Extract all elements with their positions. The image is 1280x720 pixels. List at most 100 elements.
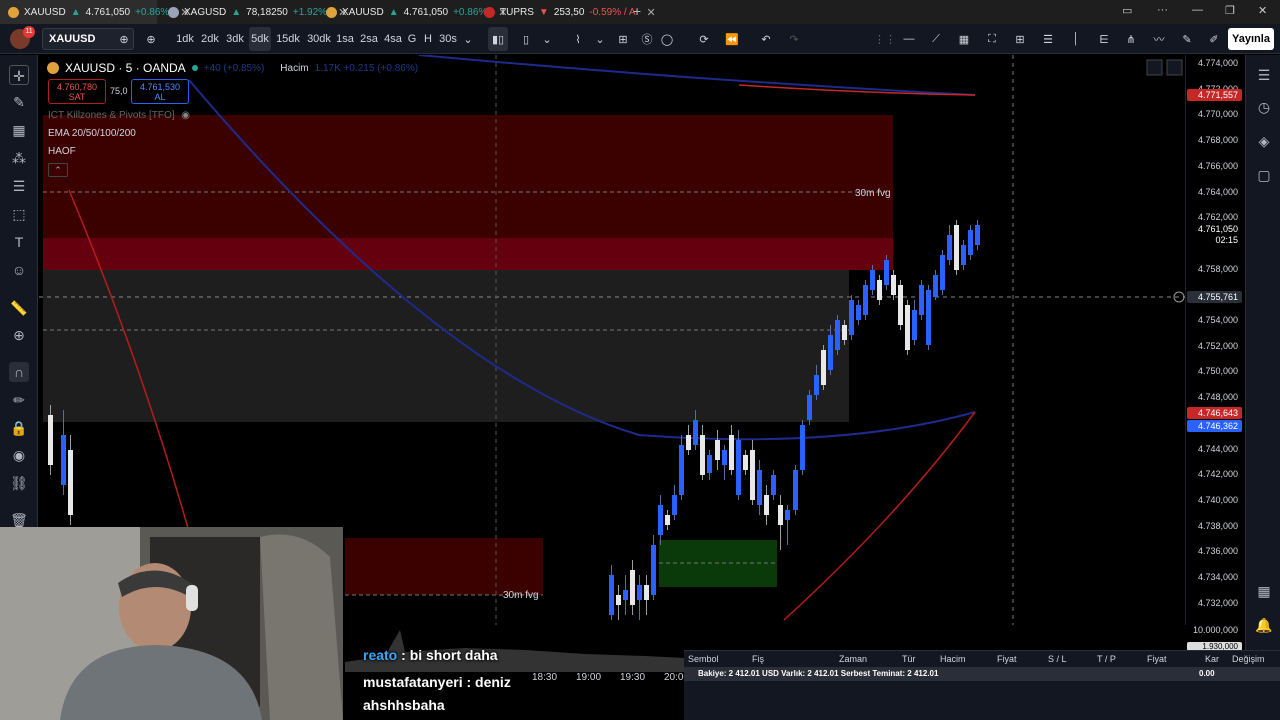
chevron-down-icon[interactable]: ⌄	[540, 24, 554, 54]
rectangle-icon[interactable]: ⬚	[9, 204, 29, 224]
path-icon[interactable]: 〰	[1150, 24, 1168, 54]
indicator-ema[interactable]: EMA 20/50/100/200	[48, 128, 136, 139]
pitchfork-icon[interactable]: ⋔	[1122, 24, 1140, 54]
circle-icon[interactable]: ◯	[660, 24, 674, 54]
price-tick: 4.768,000	[1197, 135, 1238, 146]
fib-icon[interactable]: ☰	[1039, 24, 1057, 54]
fvg-zone-red-strong	[43, 238, 893, 270]
indicator-ict[interactable]: ICT Killzones & Pivots [TFO] ◉	[48, 110, 190, 121]
col-profit[interactable]: Kar	[1205, 654, 1219, 664]
collapse-legend-button[interactable]: ⌃	[48, 163, 68, 177]
eye-icon[interactable]: ◉	[9, 445, 29, 465]
publish-button[interactable]: Yayınla	[1228, 28, 1274, 50]
watchlist-icon[interactable]: ☰	[1254, 65, 1274, 85]
close-icon[interactable]: ✕	[647, 6, 656, 19]
highlighter-icon[interactable]: ✐	[1205, 24, 1223, 54]
grid-tool-icon[interactable]: ⊞	[1011, 24, 1029, 54]
interval-2[interactable]: 3dk	[224, 24, 246, 54]
browser-tab-xagusd[interactable]: XAGUSD ▲ 78,18250 +1.92% ✕	[160, 0, 347, 24]
browser-tab-tuprs[interactable]: TUPRS ▼ 253,50 -0.59% / A ✕	[476, 0, 656, 24]
emoji-icon[interactable]: ☺	[9, 260, 29, 280]
window-close-icon[interactable]: ✕	[1258, 4, 1267, 17]
add-symbol-icon[interactable]: ⊕	[144, 24, 158, 54]
vertical-line-icon[interactable]: │	[1067, 24, 1085, 54]
bell-icon[interactable]: 🔔	[1254, 615, 1274, 635]
replay-icon[interactable]: ⟳	[696, 24, 712, 54]
col-ticket[interactable]: Fiş	[752, 654, 764, 664]
maximize-icon[interactable]: ❐	[1225, 4, 1235, 17]
col-symbol[interactable]: Sembol	[688, 654, 719, 664]
grid-icon[interactable]: ▦	[9, 120, 29, 140]
lock-icon[interactable]: 🔒	[9, 418, 29, 438]
candle-body	[68, 450, 73, 515]
interval-11[interactable]: 30s	[438, 24, 458, 54]
pen-icon[interactable]: ✎	[9, 92, 29, 112]
zoom-icon[interactable]: ⊕	[9, 325, 29, 345]
col-price[interactable]: Fiyat	[997, 654, 1017, 664]
pencil-lock-icon[interactable]: ✏	[9, 390, 29, 410]
legend-title[interactable]: XAUUSD · 5 · OANDA	[65, 61, 186, 75]
table-icon[interactable]: ▦	[955, 24, 973, 54]
interval-9[interactable]: G	[407, 24, 417, 54]
candle-body	[665, 515, 670, 525]
col-change[interactable]: Değişim	[1232, 654, 1265, 664]
scroll-down-button[interactable]	[1146, 59, 1163, 76]
reset-chart-button[interactable]	[1166, 59, 1183, 76]
col-sl[interactable]: S / L	[1048, 654, 1067, 664]
sell-button[interactable]: 4.760,780 SAT	[48, 79, 106, 104]
interval-6[interactable]: 1sa	[336, 24, 354, 54]
eye-icon[interactable]: ◉	[181, 110, 190, 121]
interval-1[interactable]: 2dk	[199, 24, 221, 54]
clock-icon[interactable]: ◷	[1254, 97, 1274, 117]
interval-0[interactable]: 1dk	[174, 24, 196, 54]
more-icon[interactable]: ···	[1157, 4, 1168, 16]
node-icon[interactable]: ⁂	[9, 148, 29, 168]
col-price-2[interactable]: Fiyat	[1147, 654, 1167, 664]
cast-icon[interactable]: ▭	[1122, 4, 1132, 17]
interval-5[interactable]: 30dk	[306, 24, 332, 54]
frame-icon[interactable]: ⛶	[983, 24, 1001, 54]
interval-3[interactable]: 5dk	[249, 27, 271, 51]
chevron-down-icon[interactable]: ⌄	[594, 24, 606, 54]
redo-icon[interactable]: ↷	[786, 24, 802, 54]
calendar-icon[interactable]: ▦	[1254, 581, 1274, 601]
col-type[interactable]: Tür	[902, 654, 916, 664]
horizontal-line-icon[interactable]: ―	[900, 24, 918, 54]
chat-icon[interactable]: ▢	[1254, 165, 1274, 185]
cursor-icon[interactable]: ✛	[9, 65, 29, 85]
buy-button[interactable]: 4.761,530 AL	[131, 79, 189, 104]
bars-icon[interactable]: ▯	[518, 24, 534, 54]
col-tp[interactable]: T / P	[1097, 654, 1116, 664]
parallel-channel-icon[interactable]: ⋿	[1095, 24, 1113, 54]
candle-body	[877, 280, 882, 300]
rewind-icon[interactable]: ⏪	[724, 24, 740, 54]
col-volume[interactable]: Hacim	[940, 654, 966, 664]
layout-icon[interactable]: ⊞	[615, 24, 631, 54]
lines-icon[interactable]: ☰	[9, 176, 29, 196]
new-tab-button[interactable]: +	[633, 3, 641, 19]
brush-icon[interactable]: ✎	[1178, 24, 1196, 54]
indicators-icon[interactable]: ⌇	[570, 24, 586, 54]
interval-8[interactable]: 4sa	[383, 24, 403, 54]
text-icon[interactable]: T	[9, 232, 29, 252]
dollar-icon[interactable]: Ⓢ	[640, 24, 654, 54]
minimize-icon[interactable]: —	[1192, 4, 1203, 16]
magnet-icon[interactable]: ∩	[9, 362, 29, 382]
interval-7[interactable]: 2sa	[359, 24, 379, 54]
browser-tab-xauusd[interactable]: XAUUSD ▲ 4.761,050 +0.86% ✕	[0, 0, 190, 24]
interval-4[interactable]: 15dk	[276, 24, 300, 54]
price-scale[interactable]: 4.774,0004.772,0004.770,0004.768,0004.76…	[1185, 55, 1245, 651]
browser-tab-xauusd-2[interactable]: XAUUSD ▲ 4.761,050 +0.86% ✕	[318, 0, 508, 24]
chevron-down-icon[interactable]: ⌄	[462, 24, 474, 54]
candles-icon[interactable]: ▮▯	[488, 27, 508, 51]
interval-10[interactable]: H	[423, 24, 433, 54]
trend-line-icon[interactable]: ⟋	[927, 24, 945, 54]
layers-icon[interactable]: ◈	[1254, 131, 1274, 151]
undo-icon[interactable]: ↶	[758, 24, 774, 54]
compare-icon[interactable]: ⊕	[117, 24, 131, 54]
col-time[interactable]: Zaman	[839, 654, 867, 664]
ruler-icon[interactable]: 📏	[9, 298, 29, 318]
link-icon[interactable]: ⛓	[9, 473, 29, 493]
indicator-haof[interactable]: HAOF	[48, 146, 76, 157]
drag-handle-icon[interactable]: ⋮⋮	[874, 24, 896, 54]
